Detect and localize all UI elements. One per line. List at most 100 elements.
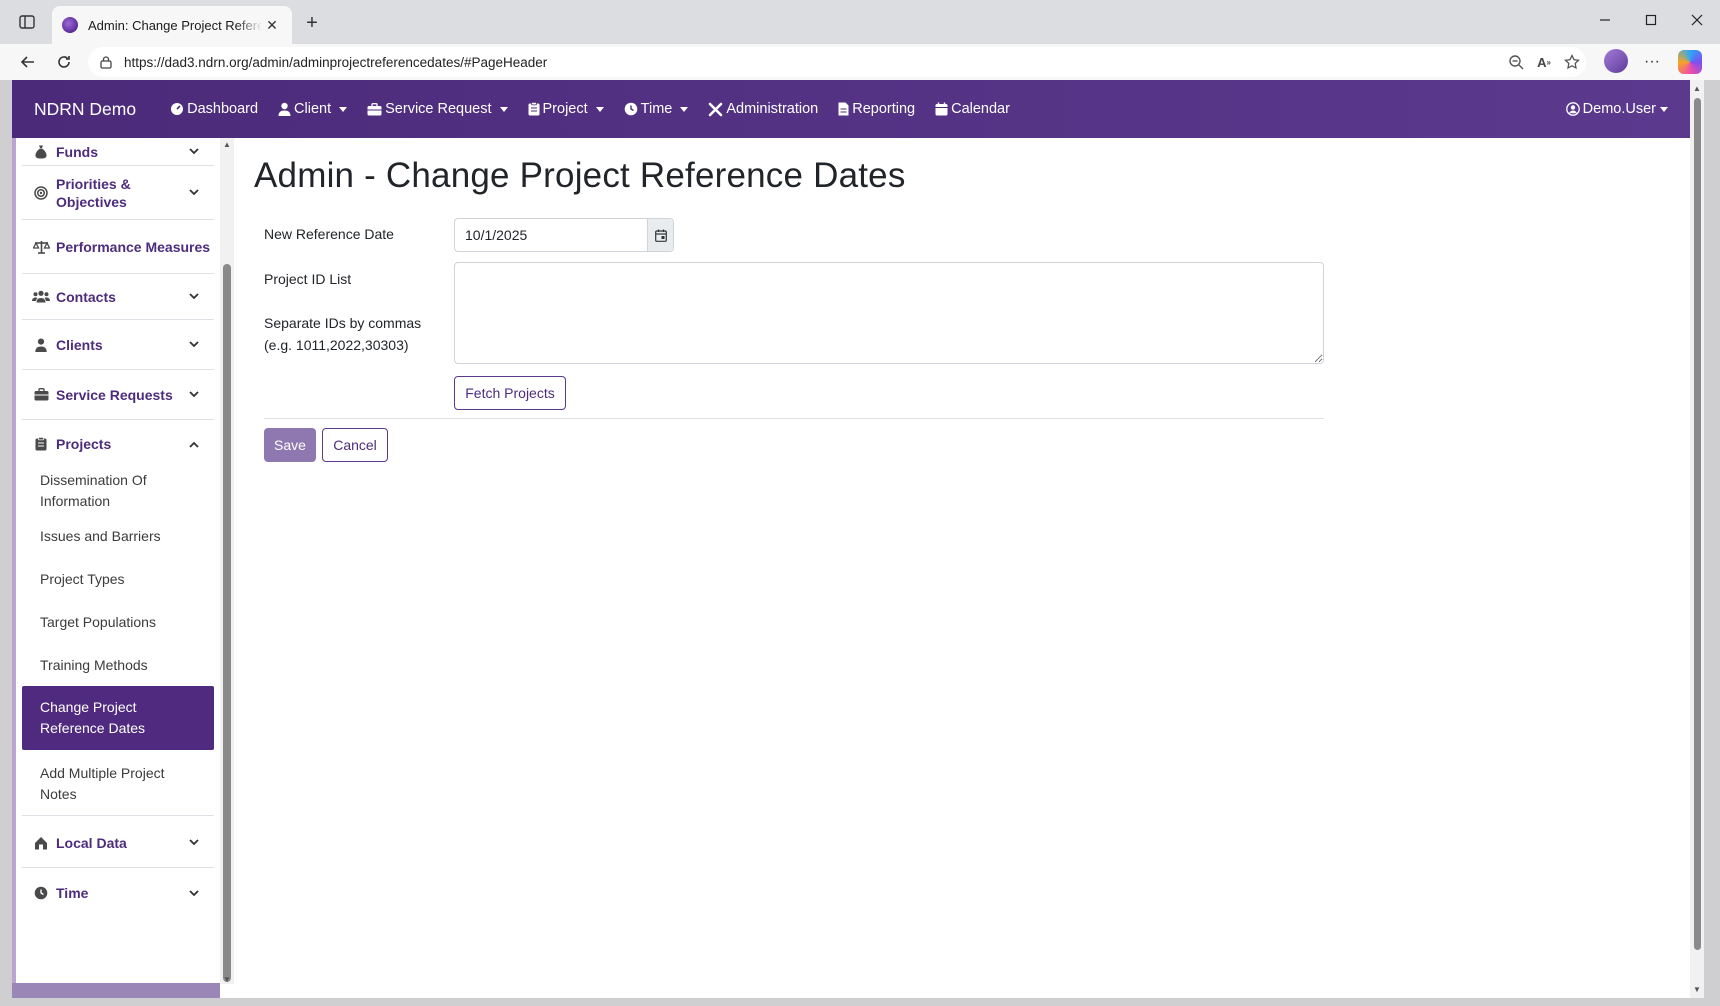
clipboard-icon: [32, 437, 50, 451]
sidebar-item-add-multiple-project-notes[interactable]: Add Multiple Project Notes: [22, 752, 214, 816]
sidebar-section-label: Projects: [56, 436, 112, 452]
more-options-icon[interactable]: ···: [1640, 50, 1664, 74]
brand-link[interactable]: NDRN Demo: [34, 99, 136, 120]
close-tab-icon[interactable]: ✕: [262, 15, 282, 35]
clock-icon: [32, 886, 50, 900]
browser-tab[interactable]: Admin: Change Project Reference Dates ✕: [52, 6, 292, 44]
nav-administration-label: Administration: [726, 101, 819, 117]
clipboard-icon: [528, 102, 540, 116]
user-circle-icon: [1565, 102, 1580, 116]
nav-dashboard[interactable]: Dashboard: [170, 101, 258, 117]
sidebar-section-label: Clients: [56, 336, 103, 353]
sidebar-item-dissemination-of-information[interactable]: Dissemination Of Information: [22, 468, 214, 514]
copilot-icon[interactable]: [1678, 50, 1702, 74]
admin-sidebar: Funds Priorities & Objectives Performanc…: [12, 138, 220, 998]
favorite-star-icon[interactable]: [1558, 50, 1586, 74]
tools-icon: [709, 102, 723, 116]
sidebar-section-contacts[interactable]: Contacts: [22, 274, 214, 320]
clock-icon: [624, 102, 637, 116]
sidebar-item-change-project-reference-dates[interactable]: Change Project Reference Dates: [22, 686, 214, 750]
page-scrollbar-thumb[interactable]: [1694, 98, 1701, 950]
scroll-up-arrow-icon[interactable]: ▲: [1693, 84, 1701, 93]
nav-time[interactable]: Time: [624, 101, 689, 117]
zoom-out-icon[interactable]: [1502, 50, 1530, 74]
sidebar-section-label: Local Data: [56, 834, 127, 851]
calendar-picker-icon[interactable]: [647, 219, 673, 251]
nav-service-request[interactable]: Service Request: [367, 101, 508, 117]
nav-client[interactable]: Client: [278, 101, 348, 117]
dashboard-icon: [171, 103, 184, 115]
sidebar-scrollbar-thumb[interactable]: [223, 264, 231, 982]
new-reference-date-label: New Reference Date: [264, 226, 394, 242]
chevron-down-icon: [595, 106, 604, 112]
address-bar-row: https://dad3.ndrn.org/admin/adminproject…: [0, 44, 1720, 80]
chevron-down-icon: [1660, 106, 1668, 112]
nav-client-label: Client: [294, 101, 332, 117]
main-content: Admin - Change Project Reference Dates N…: [234, 138, 1690, 998]
sidebar-section-performance-measures[interactable]: Performance Measures: [22, 220, 214, 274]
minimize-icon[interactable]: [1582, 0, 1628, 40]
sidebar-item-label: Training Methods: [40, 656, 148, 673]
chevron-down-icon: [184, 189, 204, 196]
back-arrow-icon[interactable]: [16, 50, 40, 74]
chevron-down-icon: [184, 293, 204, 300]
sidebar-section-service-requests[interactable]: Service Requests: [22, 370, 214, 420]
sidebar-section-priorities-objectives[interactable]: Priorities & Objectives: [22, 166, 214, 220]
nav-project[interactable]: Project: [528, 101, 604, 117]
url-bar[interactable]: https://dad3.ndrn.org/admin/adminproject…: [88, 47, 1586, 77]
cancel-button[interactable]: Cancel: [322, 428, 388, 462]
sidebar-section-local-data[interactable]: Local Data: [22, 818, 214, 868]
read-aloud-icon[interactable]: A»: [1530, 50, 1558, 74]
sidebar-item-label: Change Project Reference Dates: [40, 699, 146, 736]
sidebar-section-time[interactable]: Time: [22, 868, 214, 918]
app-navbar: NDRN Demo Dashboard Client Service Reque…: [12, 80, 1690, 138]
sidebar-toggle-icon[interactable]: [16, 12, 38, 32]
sidebar-section-label: Time: [56, 885, 89, 901]
page-viewport: NDRN Demo Dashboard Client Service Reque…: [12, 80, 1704, 998]
scroll-up-arrow-icon[interactable]: ▲: [223, 140, 231, 149]
nav-administration[interactable]: Administration: [708, 101, 818, 117]
sidebar-footer-strip: [12, 983, 220, 998]
user-menu[interactable]: Demo.User: [1565, 80, 1668, 138]
nav-reporting-label: Reporting: [852, 101, 916, 117]
calendar-icon: [935, 102, 948, 116]
sidebar-item-project-types[interactable]: Project Types: [22, 558, 214, 600]
target-icon: [32, 185, 50, 200]
sidebar-section-funds[interactable]: Funds: [22, 138, 214, 166]
sidebar-item-label: Project Types: [40, 570, 125, 587]
save-button[interactable]: Save: [264, 428, 316, 462]
sidebar-item-training-methods[interactable]: Training Methods: [22, 644, 214, 686]
sidebar-item-label: Dissemination Of Information: [40, 472, 147, 509]
briefcase-icon: [367, 102, 382, 115]
nav-reporting[interactable]: Reporting: [838, 101, 915, 117]
sidebar-item-issues-and-barriers[interactable]: Issues and Barriers: [22, 514, 214, 558]
sidebar-scrollbar[interactable]: ▲ ▼: [220, 138, 234, 984]
sidebar-item-label: Issues and Barriers: [40, 527, 161, 544]
new-reference-date-input[interactable]: 10/1/2025: [454, 218, 674, 252]
nav-calendar-label: Calendar: [951, 101, 1010, 117]
users-icon: [32, 290, 50, 303]
nav-dashboard-label: Dashboard: [187, 101, 259, 117]
close-window-icon[interactable]: [1674, 0, 1720, 40]
sidebar-section-projects[interactable]: Projects: [22, 420, 214, 468]
sidebar-item-target-populations[interactable]: Target Populations: [22, 600, 214, 644]
window-controls: [1582, 0, 1720, 40]
form-divider: [264, 418, 1324, 419]
project-id-list-input[interactable]: [454, 262, 1324, 364]
chevron-down-icon: [184, 391, 204, 398]
refresh-icon[interactable]: [52, 50, 76, 74]
page-scrollbar[interactable]: ▲ ▼: [1690, 80, 1704, 998]
sidebar-section-clients[interactable]: Clients: [22, 320, 214, 370]
scroll-down-arrow-icon[interactable]: ▼: [1693, 985, 1701, 994]
site-info-icon[interactable]: [98, 54, 114, 70]
scroll-down-arrow-icon[interactable]: ▼: [223, 975, 231, 984]
favicon-icon: [62, 17, 78, 33]
briefcase-icon: [32, 388, 50, 401]
sidebar-section-label: Service Requests: [56, 386, 173, 403]
nav-calendar[interactable]: Calendar: [935, 101, 1010, 117]
profile-avatar[interactable]: [1604, 49, 1628, 73]
new-tab-icon[interactable]: +: [300, 11, 324, 35]
fetch-projects-button[interactable]: Fetch Projects: [454, 376, 566, 410]
maximize-icon[interactable]: [1628, 0, 1674, 40]
file-icon: [838, 102, 849, 116]
